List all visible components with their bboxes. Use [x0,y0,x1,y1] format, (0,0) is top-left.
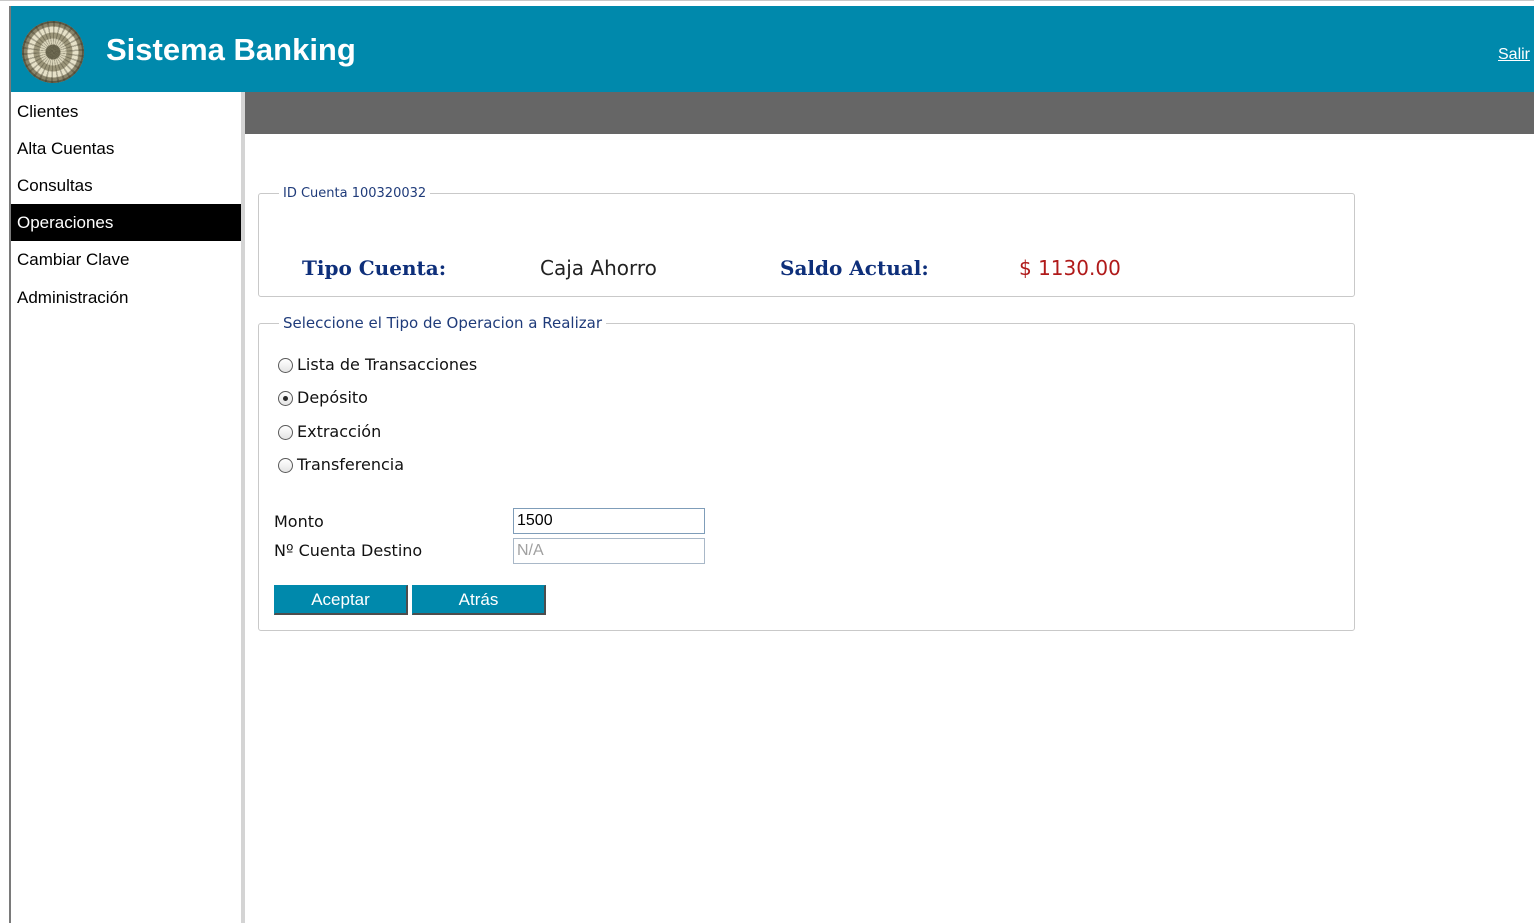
sidebar-item-clientes[interactable]: Clientes [11,93,241,130]
amount-input[interactable] [513,508,705,534]
account-info-box: ID Cuenta 100320032 [258,186,1355,297]
radio-button[interactable] [278,357,293,373]
sidebar-item-administracion[interactable]: Administración [11,279,241,316]
app-header: Sistema Banking Salir [11,6,1534,92]
radio-button[interactable] [278,390,293,406]
accept-button[interactable]: Aceptar [274,585,408,615]
radio-label: Transferencia [297,455,405,474]
back-button[interactable]: Atrás [412,585,546,615]
sidebar-divider [241,92,245,923]
sidebar-item-alta-cuentas[interactable]: Alta Cuentas [11,130,241,167]
sidebar-nav: Clientes Alta Cuentas Consultas Operacio… [11,92,241,923]
radio-button[interactable] [278,457,293,473]
account-type-label: Tipo Cuenta: [302,256,447,280]
sidebar-item-consultas[interactable]: Consultas [11,167,241,204]
balance-value: $ 1130.00 [1019,256,1121,280]
radio-option-transferencia[interactable]: Transferencia [278,454,404,476]
sidebar-item-operaciones[interactable]: Operaciones [11,204,241,241]
balance-label: Saldo Actual: [780,256,929,280]
logout-link[interactable]: Salir [1498,47,1530,63]
radio-option-extraccion[interactable]: Extracción [278,421,381,443]
sidebar-item-cambiar-clave[interactable]: Cambiar Clave [11,241,241,278]
destination-account-input[interactable] [513,538,705,564]
content-toolbar [245,92,1534,134]
radio-option-lista-transacciones[interactable]: Lista de Transacciones [278,354,477,376]
app-title: Sistema Banking [106,32,356,67]
destination-account-label: Nº Cuenta Destino [274,541,423,560]
account-type-value: Caja Ahorro [540,256,657,280]
operation-select-legend: Seleccione el Tipo de Operacion a Realiz… [283,314,602,332]
radio-label: Lista de Transacciones [297,355,478,374]
radio-label: Extracción [297,422,382,441]
amount-label: Monto [274,512,324,531]
bank-logo-icon [22,21,84,83]
account-id-legend: ID Cuenta 100320032 [283,186,427,201]
radio-label: Depósito [297,388,368,407]
radio-option-deposito[interactable]: Depósito [278,387,368,409]
radio-button[interactable] [278,424,293,440]
